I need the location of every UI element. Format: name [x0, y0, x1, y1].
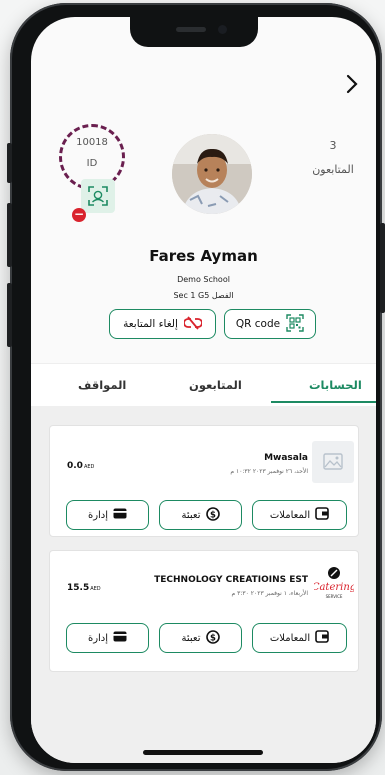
accounts-list: Mwasala الأحد، ٢٦ نوفمبر ٢٠٢٣ ١٠:٣٢ م 0.… — [31, 406, 376, 763]
home-indicator — [143, 750, 263, 755]
svg-text:$: $ — [210, 633, 216, 643]
balance-currency: AED — [83, 464, 95, 470]
svg-text:$: $ — [210, 510, 216, 520]
wallet-icon — [315, 630, 329, 646]
active-tab-indicator — [271, 401, 376, 403]
account-name: Mwasala — [264, 453, 308, 463]
dollar-circle-icon: $ — [205, 629, 220, 647]
tab-followers[interactable]: المتابعون — [189, 378, 242, 392]
logo-text: Catering — [314, 582, 354, 593]
topup-button[interactable]: تعبئة $ — [159, 500, 242, 530]
profile-header: 10018 ID − 3 المتابعون Fares Ayman Demo … — [31, 17, 376, 300]
mute-switch — [7, 143, 12, 183]
power-button — [380, 223, 385, 313]
manage-button[interactable]: إدارة — [66, 623, 149, 653]
account-date: الأحد، ٢٦ نوفمبر ٢٠٢٣ ١٠:٣٢ م — [230, 468, 308, 475]
transactions-label: المعاملات — [269, 509, 311, 521]
class-label: Sec 1 G5 الفصل — [173, 291, 234, 300]
minus-badge-icon[interactable]: − — [72, 208, 86, 222]
followers-label: المتابعون — [312, 163, 354, 176]
unfollow-label: إلغاء المتابعة — [123, 318, 178, 330]
account-date: الأربعاء، ١ نوفمبر ٢٠٢٣ ٣:٣٠ م — [231, 590, 308, 597]
card-icon — [113, 508, 127, 522]
followers-count: 3 — [329, 139, 337, 152]
unfollow-button[interactable]: إلغاء المتابعة — [109, 309, 216, 339]
account-balance: 15.5AED — [67, 583, 101, 593]
image-placeholder-icon — [312, 441, 354, 483]
school-name: Demo School — [177, 275, 230, 284]
topup-label: تعبئة — [181, 632, 201, 644]
topup-button[interactable]: تعبئة $ — [159, 623, 242, 653]
tab-bar: الحسابات المتابعون المواقف — [31, 363, 376, 406]
tab-attitudes[interactable]: المواقف — [78, 378, 126, 392]
transactions-button[interactable]: المعاملات — [252, 500, 347, 530]
tab-accounts[interactable]: الحسابات — [309, 378, 362, 392]
app-screen: 10018 ID − 3 المتابعون Fares Ayman Demo … — [31, 17, 376, 763]
account-balance: 0.0AED — [67, 461, 94, 471]
scan-face-icon[interactable] — [81, 179, 115, 213]
account-name: TECHNOLOGY CREATIOINS EST — [154, 575, 308, 585]
phone-frame: 10018 ID − 3 المتابعون Fares Ayman Demo … — [7, 3, 385, 771]
balance-value: 15.5 — [67, 583, 90, 593]
id-label: ID — [86, 158, 98, 169]
manage-label: إدارة — [87, 509, 109, 521]
logo-subtext: SERVICE — [326, 594, 343, 599]
card-icon — [113, 631, 127, 645]
dollar-circle-icon: $ — [205, 506, 220, 524]
student-name: Fares Ayman — [149, 247, 258, 265]
topup-label: تعبئة — [181, 509, 201, 521]
avatar — [172, 134, 252, 214]
wallet-icon — [315, 507, 329, 523]
qr-code-label: QR code — [235, 318, 281, 330]
manage-label: إدارة — [87, 632, 109, 644]
account-card: Mwasala الأحد، ٢٦ نوفمبر ٢٠٢٣ ١٠:٣٢ م 0.… — [49, 425, 359, 537]
unlink-icon — [183, 315, 203, 333]
catering-logo: Catering SERVICE — [312, 565, 356, 603]
qr-code-button[interactable]: QR code — [224, 309, 316, 339]
volume-down-button — [7, 283, 12, 347]
transactions-button[interactable]: المعاملات — [252, 623, 347, 653]
qr-code-icon — [286, 313, 304, 335]
volume-up-button — [7, 203, 12, 267]
transactions-label: المعاملات — [269, 632, 311, 644]
account-card: Catering SERVICE TECHNOLOGY CREATIOINS E… — [49, 550, 359, 672]
id-number: 10018 — [76, 137, 108, 148]
balance-currency: AED — [90, 586, 101, 592]
manage-button[interactable]: إدارة — [66, 500, 149, 530]
balance-value: 0.0 — [67, 461, 83, 471]
